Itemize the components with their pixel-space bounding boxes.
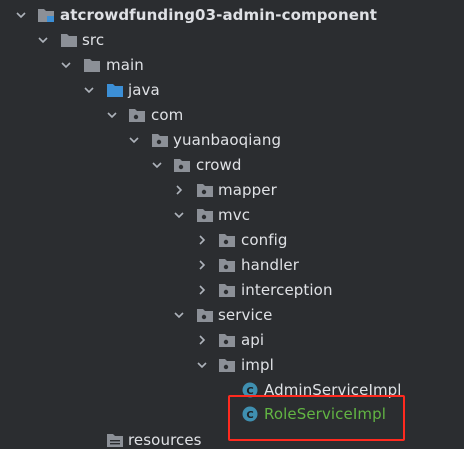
tree-node-label: src (82, 31, 105, 49)
source-folder-icon (106, 82, 124, 98)
tree-node-src[interactable]: src (0, 28, 464, 52)
tree-node-label: mvc (218, 206, 251, 224)
tree-node-label: resources (128, 431, 202, 449)
tree-node-label: api (241, 331, 265, 349)
package-icon (196, 307, 214, 323)
tree-node-label: mapper (218, 181, 277, 199)
chevron-down-icon[interactable] (149, 153, 165, 177)
package-icon (173, 157, 191, 173)
chevron-down-icon[interactable] (35, 28, 51, 52)
chevron-down-icon[interactable] (126, 128, 142, 152)
tree-node-interception[interactable]: interception (0, 278, 464, 302)
module-folder-icon (37, 7, 55, 23)
tree-node-module[interactable]: atcrowdfunding03-admin-component (0, 3, 464, 27)
chevron-right-icon[interactable] (194, 328, 210, 352)
package-icon (128, 107, 146, 123)
package-icon (196, 207, 214, 223)
tree-node-label: interception (241, 281, 333, 299)
package-icon (218, 232, 236, 248)
resources-folder-icon (106, 432, 124, 448)
tree-node-handler[interactable]: handler (0, 253, 464, 277)
chevron-down-icon[interactable] (13, 3, 29, 27)
tree-node-label: config (241, 231, 288, 249)
tree-node-yuanbaoqiang[interactable]: yuanbaoqiang (0, 128, 464, 152)
tree-node-label: java (128, 81, 160, 99)
tree-node-label: crowd (196, 156, 242, 174)
tree-node-mvc[interactable]: mvc (0, 203, 464, 227)
chevron-right-icon[interactable] (194, 278, 210, 302)
highlight-annotation-box (228, 395, 405, 441)
package-icon (218, 332, 236, 348)
package-icon (218, 257, 236, 273)
chevron-down-icon[interactable] (58, 53, 74, 77)
tree-node-service[interactable]: service (0, 303, 464, 327)
tree-node-java[interactable]: java (0, 78, 464, 102)
tree-node-crowd[interactable]: crowd (0, 153, 464, 177)
tree-node-mapper[interactable]: mapper (0, 178, 464, 202)
chevron-down-icon[interactable] (104, 103, 120, 127)
chevron-down-icon[interactable] (194, 353, 210, 377)
tree-node-api[interactable]: api (0, 328, 464, 352)
tree-node-label: main (106, 56, 144, 74)
tree-node-impl[interactable]: impl (0, 353, 464, 377)
chevron-right-icon[interactable] (194, 228, 210, 252)
folder-icon (60, 32, 78, 48)
chevron-down-icon[interactable] (171, 303, 187, 327)
tree-node-label: handler (241, 256, 299, 274)
tree-node-main[interactable]: main (0, 53, 464, 77)
tree-node-label: service (218, 306, 273, 324)
folder-icon (83, 57, 101, 73)
tree-node-label: com (151, 106, 184, 124)
tree-node-label: yuanbaoqiang (173, 131, 282, 149)
package-icon (218, 282, 236, 298)
chevron-right-icon[interactable] (194, 253, 210, 277)
package-icon (196, 182, 214, 198)
tree-node-config[interactable]: config (0, 228, 464, 252)
tree-node-label: impl (241, 356, 274, 374)
chevron-down-icon[interactable] (171, 203, 187, 227)
chevron-down-icon[interactable] (81, 78, 97, 102)
module-label: atcrowdfunding03-admin-component (60, 6, 378, 24)
package-icon (218, 357, 236, 373)
project-tree: atcrowdfunding03-admin-component src mai… (0, 0, 464, 449)
package-icon (151, 132, 169, 148)
tree-node-com[interactable]: com (0, 103, 464, 127)
chevron-right-icon[interactable] (171, 178, 187, 202)
